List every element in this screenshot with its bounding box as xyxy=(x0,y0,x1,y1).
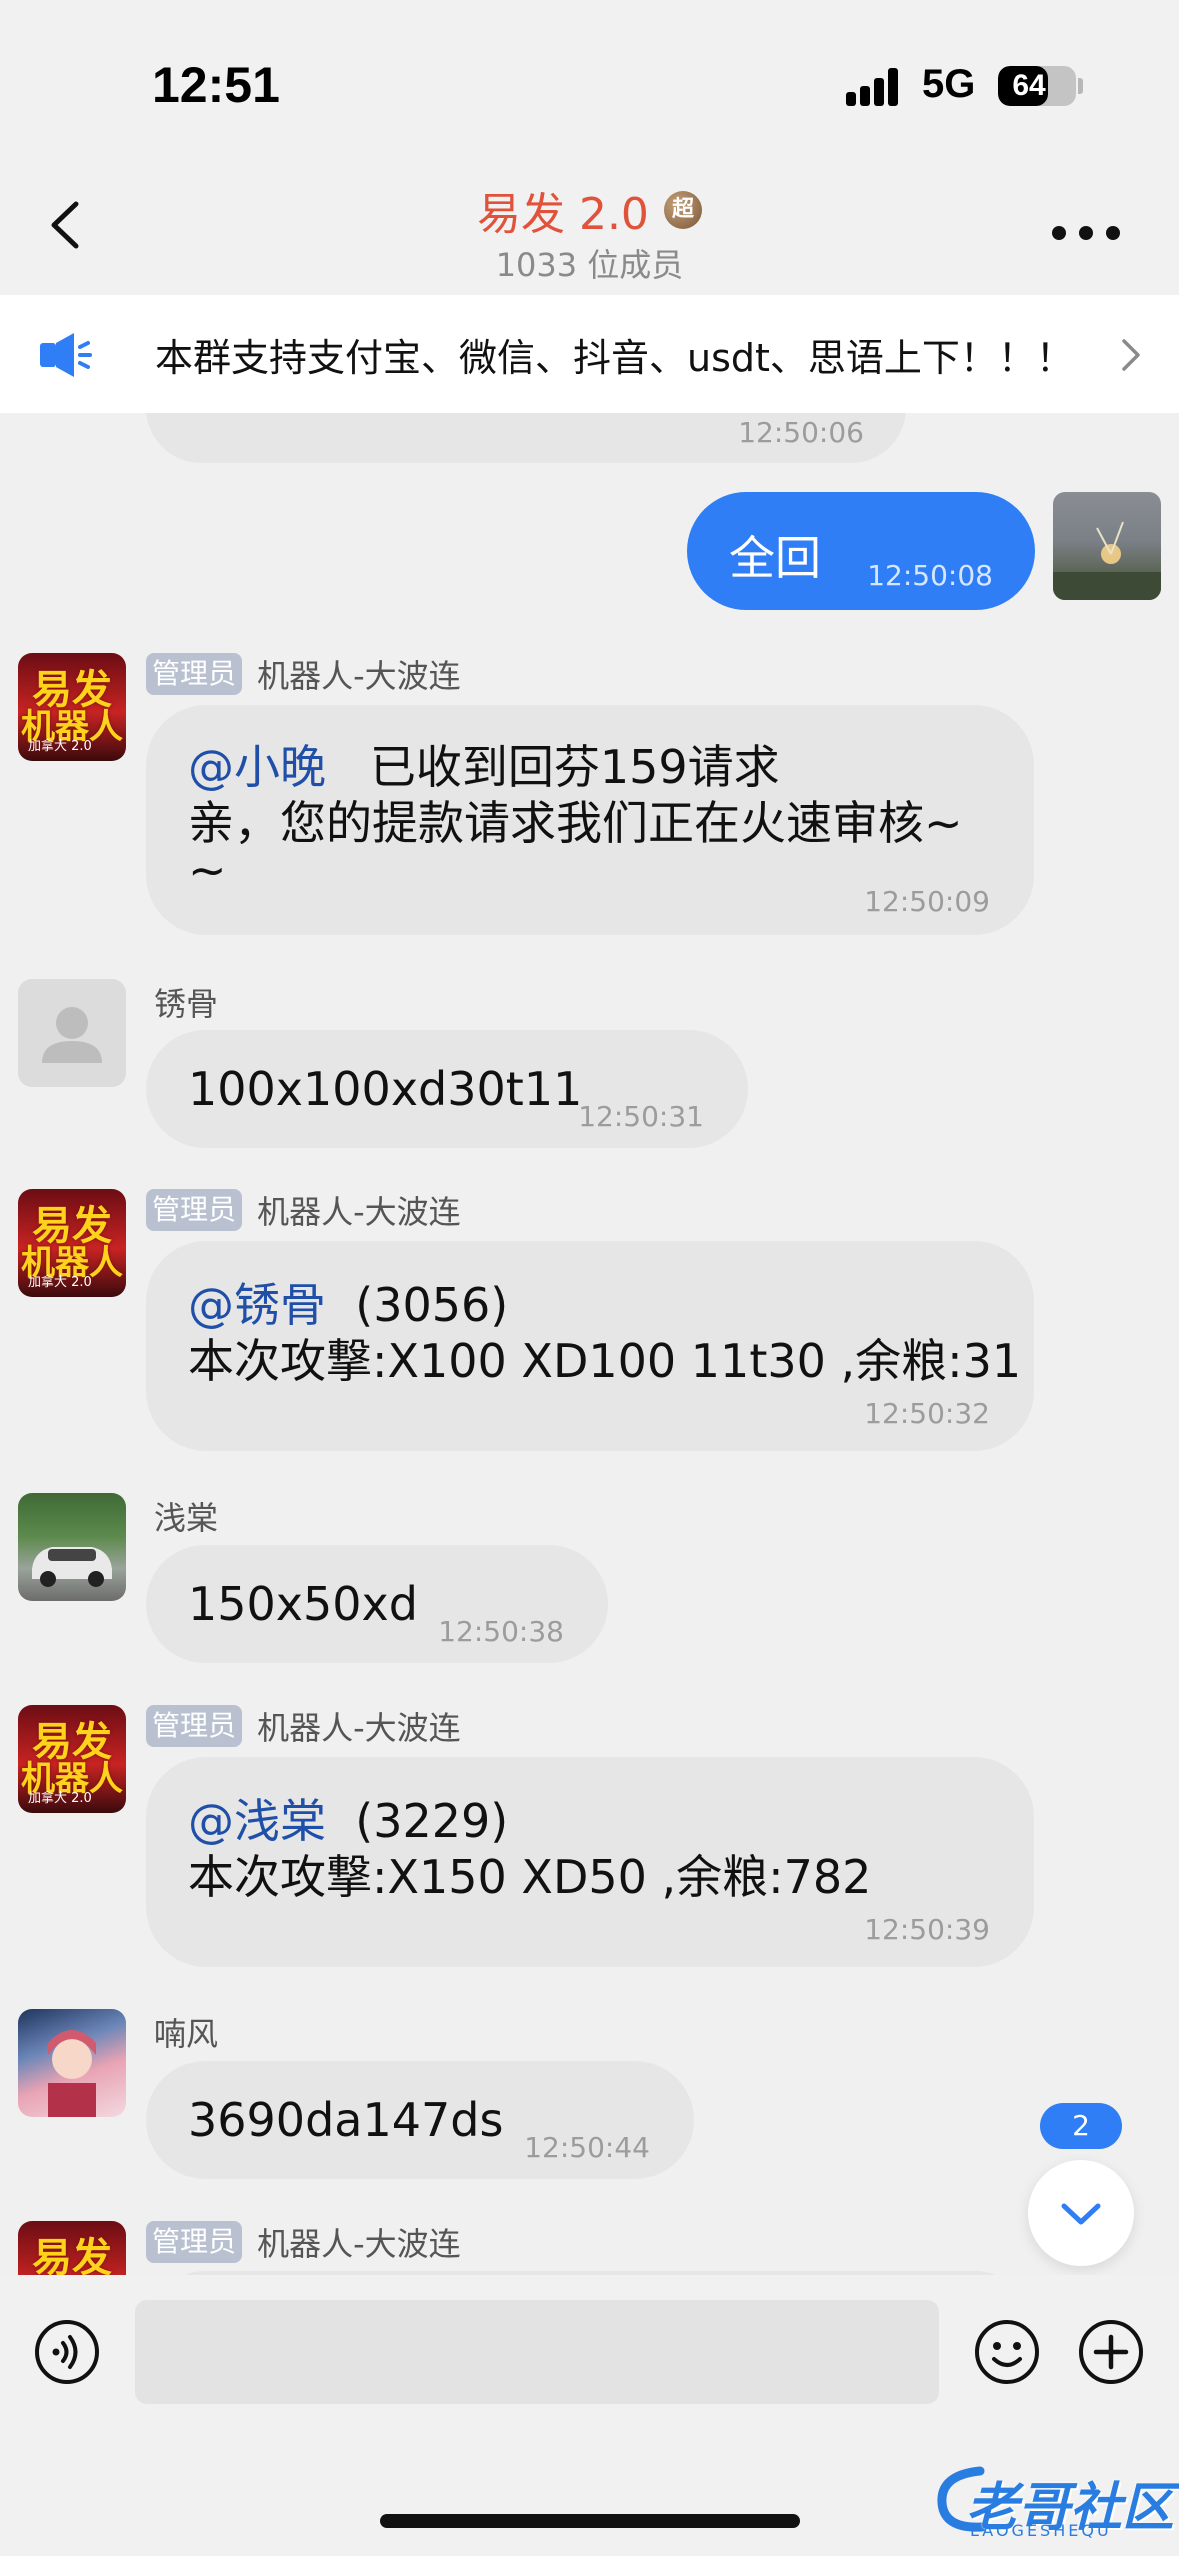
megaphone-icon xyxy=(40,333,92,377)
chevron-right-icon xyxy=(1122,339,1140,371)
avatar-image xyxy=(1053,521,1161,600)
sender-name[interactable]: 机器人-大波连 xyxy=(257,1703,461,1749)
message-input[interactable] xyxy=(135,2300,939,2404)
status-bar: 12:51 5G 64 xyxy=(0,0,1179,160)
message-bubble[interactable]: 100x100xd30t11 12:50:31 xyxy=(146,1030,748,1148)
battery-icon: 64 xyxy=(998,66,1076,106)
message-bubble[interactable]: @锈骨 (3056) 本次攻撃:X100 XD100 11t30 ,余粮:31 … xyxy=(146,1241,1034,1451)
sender-row: 喃风 xyxy=(146,2009,218,2053)
avatar-logo-text: 加拿大 2.0 xyxy=(28,1275,92,1290)
bot-avatar[interactable]: 易发 机器人 xyxy=(18,2221,126,2275)
avatar-image xyxy=(48,2030,96,2117)
message-text: 100x100xd30t11 xyxy=(188,1062,583,1116)
message-text: (3229) xyxy=(355,1794,509,1848)
network-type: 5G xyxy=(922,62,976,106)
user-avatar[interactable] xyxy=(18,979,126,1087)
chat-title-row[interactable]: 易发 2.0 超 xyxy=(0,178,1179,242)
admin-tag: 管理员 xyxy=(146,2221,243,2263)
avatar-logo-text: 加拿大 2.0 xyxy=(28,739,92,754)
message-text: 3690da147ds xyxy=(188,2093,504,2147)
bot-avatar[interactable]: 易发 机器人 加拿大 2.0 xyxy=(18,1705,126,1813)
sender-name[interactable]: 锈骨 xyxy=(154,979,218,1025)
message-bubble[interactable]: 12:50:06 xyxy=(146,413,906,463)
sender-row: 管理员 机器人-大波连 xyxy=(146,1703,461,1747)
status-time: 12:51 xyxy=(152,57,280,113)
more-button[interactable] xyxy=(1046,212,1126,252)
group-notice-bar[interactable]: 本群支持支付宝、微信、抖音、usdt、思语上下！！！ xyxy=(0,295,1179,413)
more-dot xyxy=(1079,226,1093,240)
unread-count-badge[interactable]: 2 xyxy=(1040,2103,1122,2149)
own-message-bubble[interactable]: 全回 12:50:08 xyxy=(687,492,1035,610)
chat-header: 易发 2.0 超 1033 位成员 xyxy=(0,160,1179,295)
voice-icon xyxy=(35,2320,99,2384)
message-bubble[interactable]: @小晚 已收到回芬159请求 亲，您的提款请求我们正在火速审核~ ~ 12:50… xyxy=(146,705,1034,935)
message-list[interactable]: 12:50:06 全回 12:50:08 易发 机器人 加拿大 2.0 管理员 … xyxy=(0,413,1179,2275)
avatar-logo-text: 机器人 xyxy=(18,2267,126,2275)
more-actions-button[interactable] xyxy=(1078,2319,1144,2385)
message-text: 本次攻撃:X100 XD100 11t30 ,余粮:31 xyxy=(188,1334,1022,1388)
scroll-to-bottom-button[interactable] xyxy=(1028,2160,1134,2266)
group-title[interactable]: 易发 2.0 xyxy=(477,178,649,242)
user-avatar[interactable] xyxy=(18,2009,126,2117)
message-bubble[interactable]: 3690da147ds 12:50:44 xyxy=(146,2061,694,2179)
chevron-down-icon xyxy=(1061,2203,1101,2225)
battery-nub xyxy=(1078,78,1083,94)
message-bubble[interactable]: @浅棠 (3229) 本次攻撃:X150 XD50 ,余粮:782 12:50:… xyxy=(146,1757,1034,1967)
avatar-logo-text: 加拿大 2.0 xyxy=(28,1791,92,1806)
more-dots-icon xyxy=(1052,226,1066,240)
sender-row: 锈骨 xyxy=(146,979,218,1023)
watermark-subtext: LAOGESHEQU xyxy=(970,2521,1112,2540)
message-bubble[interactable]: 150x50xd 12:50:38 xyxy=(146,1545,608,1663)
mention-link[interactable]: @锈骨 xyxy=(188,1278,326,1332)
avatar-image xyxy=(32,1547,112,1587)
message-time: 12:50:08 xyxy=(867,559,993,592)
voice-button[interactable] xyxy=(34,2319,100,2385)
super-group-badge: 超 xyxy=(664,191,703,229)
message-text: 本次攻撃:X150 XD50 ,余粮:782 xyxy=(188,1850,872,1904)
message-time: 12:50:39 xyxy=(864,1913,990,1946)
message-text: (3056) xyxy=(355,1278,509,1332)
sender-name[interactable]: 机器人-大波连 xyxy=(257,651,461,697)
mention-link[interactable]: @小晚 xyxy=(188,740,326,794)
sender-name[interactable]: 喃风 xyxy=(154,2009,218,2055)
message-time: 12:50:31 xyxy=(578,1100,704,1133)
mention-link[interactable]: @浅棠 xyxy=(188,1794,326,1848)
watermark-logo: 老哥社区 LAOGESHEQU xyxy=(930,2455,1174,2545)
message-time: 12:50:32 xyxy=(864,1397,990,1430)
sender-name[interactable]: 机器人-大波连 xyxy=(257,2219,461,2265)
admin-tag: 管理员 xyxy=(146,653,243,695)
home-indicator[interactable] xyxy=(380,2514,800,2528)
more-dot xyxy=(1106,226,1120,240)
emoji-button[interactable] xyxy=(974,2319,1040,2385)
admin-tag: 管理员 xyxy=(146,1189,243,1231)
bot-avatar[interactable]: 易发 机器人 加拿大 2.0 xyxy=(18,653,126,761)
user-avatar[interactable] xyxy=(18,1493,126,1601)
message-text: 150x50xd xyxy=(188,1577,418,1631)
message-time: 12:50:38 xyxy=(438,1615,564,1648)
sender-row: 浅棠 xyxy=(146,1493,218,1537)
admin-tag: 管理员 xyxy=(146,1705,243,1747)
message-time: 12:50:09 xyxy=(864,885,990,918)
battery-level: 64 xyxy=(1012,69,1046,102)
smile-icon xyxy=(975,2320,1039,2384)
notice-text: 本群支持支付宝、微信、抖音、usdt、思语上下！！！ xyxy=(155,336,1074,380)
message-text: ~ xyxy=(188,843,227,897)
member-count[interactable]: 1033 位成员 xyxy=(0,240,1179,286)
plus-circle-icon xyxy=(1079,2320,1143,2384)
message-time: 12:50:44 xyxy=(524,2131,650,2164)
message-text: 亲，您的提款请求我们正在火速审核~ xyxy=(188,796,963,850)
sender-row: 管理员 机器人-大波连 xyxy=(146,651,461,695)
sender-name[interactable]: 浅棠 xyxy=(154,1493,218,1539)
sender-row: 管理员 机器人-大波连 xyxy=(146,2219,461,2263)
cellular-signal-icon xyxy=(846,66,906,106)
bot-avatar[interactable]: 易发 机器人 加拿大 2.0 xyxy=(18,1189,126,1297)
default-user-icon xyxy=(42,1007,102,1063)
message-text: 已收到回芬159请求 xyxy=(369,740,780,794)
message-time: 12:50:06 xyxy=(738,416,864,449)
sender-name[interactable]: 机器人-大波连 xyxy=(257,1187,461,1233)
message-composer: 老哥社区 LAOGESHEQU xyxy=(0,2275,1179,2556)
sender-row: 管理员 机器人-大波连 xyxy=(146,1187,461,1231)
own-avatar[interactable] xyxy=(1053,492,1161,600)
message-text: 全回 xyxy=(729,531,821,585)
